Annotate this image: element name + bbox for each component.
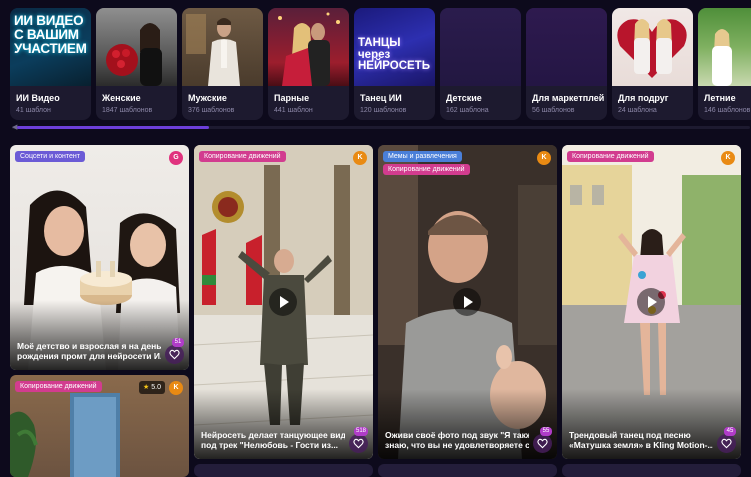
- play-button[interactable]: [637, 288, 665, 316]
- thumbnail-headline: ИИ ВИДЕО С ВАШИМ УЧАСТИЕМ: [14, 13, 87, 56]
- category-thumbnail: [96, 8, 177, 86]
- heart-icon: [169, 349, 180, 360]
- summer-woman-illustration: [712, 29, 732, 86]
- template-grid: Соцсети и контент G Моё детство и взросл…: [10, 145, 751, 477]
- thumbnail-headline: ТАНЦЫ через НЕЙРОСЕТЬ: [358, 37, 430, 73]
- category-count: 41 шаблон: [16, 107, 51, 114]
- like-button[interactable]: 45: [717, 427, 736, 453]
- category-title: Летние: [704, 93, 736, 103]
- template-card[interactable]: Копирование движений K Нейросеть делает …: [194, 145, 373, 459]
- category-tag[interactable]: Копирование движений: [567, 151, 654, 162]
- category-thumbnail: ТАНЦЫ через НЕЙРОСЕТЬ: [354, 8, 435, 86]
- roses-woman-illustration: [106, 23, 162, 86]
- category-title: Детские: [446, 93, 482, 103]
- template-caption: Оживи своё фото под звук "Я также знаю, …: [385, 429, 529, 451]
- category-title: Парные: [274, 93, 310, 103]
- category-card-kids[interactable]: Детские 162 шаблона: [440, 8, 521, 120]
- star-icon: ★: [143, 384, 150, 391]
- category-thumbnail: [612, 8, 693, 86]
- category-thumbnail: [698, 8, 751, 86]
- like-count: 55: [540, 427, 552, 436]
- author-avatar[interactable]: K: [169, 381, 183, 395]
- template-card[interactable]: [194, 464, 373, 477]
- category-card-ai-dance[interactable]: ТАНЦЫ через НЕЙРОСЕТЬ Танец ИИ 120 шабло…: [354, 8, 435, 120]
- like-count: 518: [353, 427, 368, 436]
- couple-illustration: [278, 12, 340, 86]
- heart-icon: [353, 438, 364, 449]
- category-count: 120 шаблонов: [360, 107, 407, 114]
- category-count: 56 шаблонов: [532, 107, 575, 114]
- template-caption: Моё детство и взрослая я на день рождени…: [17, 340, 161, 362]
- category-thumbnail: [440, 8, 521, 86]
- play-button[interactable]: [269, 288, 297, 316]
- category-tag[interactable]: Мемы и развлечения: [383, 151, 462, 162]
- category-tag[interactable]: Соцсети и контент: [15, 151, 85, 162]
- category-title: ИИ Видео: [16, 93, 60, 103]
- heart-icon: [721, 438, 732, 449]
- template-card[interactable]: Соцсети и контент G Моё детство и взросл…: [10, 145, 189, 370]
- rating-badge: ★ 5.0: [139, 381, 165, 394]
- category-card-men[interactable]: Мужские 376 шаблонов: [182, 8, 263, 120]
- category-title: Для маркетплейсов: [532, 93, 604, 103]
- category-count: 162 шаблона: [446, 107, 489, 114]
- author-avatar[interactable]: K: [353, 151, 367, 165]
- category-carousel: ИИ ВИДЕО С ВАШИМ УЧАСТИЕМ ИИ Видео 41 ша…: [10, 8, 751, 120]
- category-title: Женские: [102, 93, 141, 103]
- like-count: 51: [172, 338, 184, 347]
- category-thumbnail: [182, 8, 263, 86]
- template-preview: [10, 145, 189, 370]
- category-thumbnail: [268, 8, 349, 86]
- template-card[interactable]: Копирование движений ★ 5.0 K: [10, 375, 189, 477]
- template-caption: Трендовый танец под песню «Матушка земля…: [569, 429, 713, 451]
- category-card-friends[interactable]: Для подруг 24 шаблона: [612, 8, 693, 120]
- heart-icon: [537, 438, 548, 449]
- template-card[interactable]: [562, 464, 741, 477]
- man-in-suit-illustration: [186, 14, 240, 86]
- template-card[interactable]: Копирование движений K Трендовый танец п…: [562, 145, 741, 459]
- category-thumbnail: ИИ ВИДЕО С ВАШИМ УЧАСТИЕМ: [10, 8, 91, 86]
- like-button[interactable]: 518: [349, 427, 368, 453]
- category-count: 376 шаблонов: [188, 107, 235, 114]
- category-tag[interactable]: Копирование движений: [383, 164, 470, 175]
- category-card-marketplaces[interactable]: Для маркетплейсов 56 шаблонов: [526, 8, 607, 120]
- template-card[interactable]: Мемы и развлечения Копирование движений …: [378, 145, 557, 459]
- category-tag[interactable]: Копирование движений: [199, 151, 286, 162]
- like-count: 45: [724, 427, 736, 436]
- category-tag[interactable]: Копирование движений: [15, 381, 102, 392]
- category-card-couples[interactable]: Парные 441 шаблон: [268, 8, 349, 120]
- author-avatar[interactable]: G: [169, 151, 183, 165]
- author-avatar[interactable]: K: [537, 151, 551, 165]
- category-count: 146 шаблонов: [704, 107, 751, 114]
- author-avatar[interactable]: K: [721, 151, 735, 165]
- category-count: 1847 шаблонов: [102, 107, 153, 114]
- category-title: Танец ИИ: [360, 93, 402, 103]
- category-card-summer[interactable]: Летние 146 шаблонов: [698, 8, 751, 120]
- category-title: Мужские: [188, 93, 227, 103]
- category-title: Для подруг: [618, 93, 669, 103]
- like-button[interactable]: 55: [533, 427, 552, 453]
- category-thumbnail: [526, 8, 607, 86]
- category-scrollbar[interactable]: ◀: [12, 124, 750, 131]
- template-caption: Нейросеть делает танцующее видео под тре…: [201, 429, 345, 451]
- template-card[interactable]: [378, 464, 557, 477]
- category-card-ai-video[interactable]: ИИ ВИДЕО С ВАШИМ УЧАСТИЕМ ИИ Видео 41 ша…: [10, 8, 91, 120]
- category-count: 24 шаблона: [618, 107, 657, 114]
- category-card-women[interactable]: Женские 1847 шаблонов: [96, 8, 177, 120]
- category-count: 441 шаблон: [274, 107, 313, 114]
- play-button[interactable]: [453, 288, 481, 316]
- scrollbar-thumb[interactable]: [17, 126, 209, 129]
- friends-playing-card-illustration: [617, 19, 687, 78]
- like-button[interactable]: 51: [165, 338, 184, 364]
